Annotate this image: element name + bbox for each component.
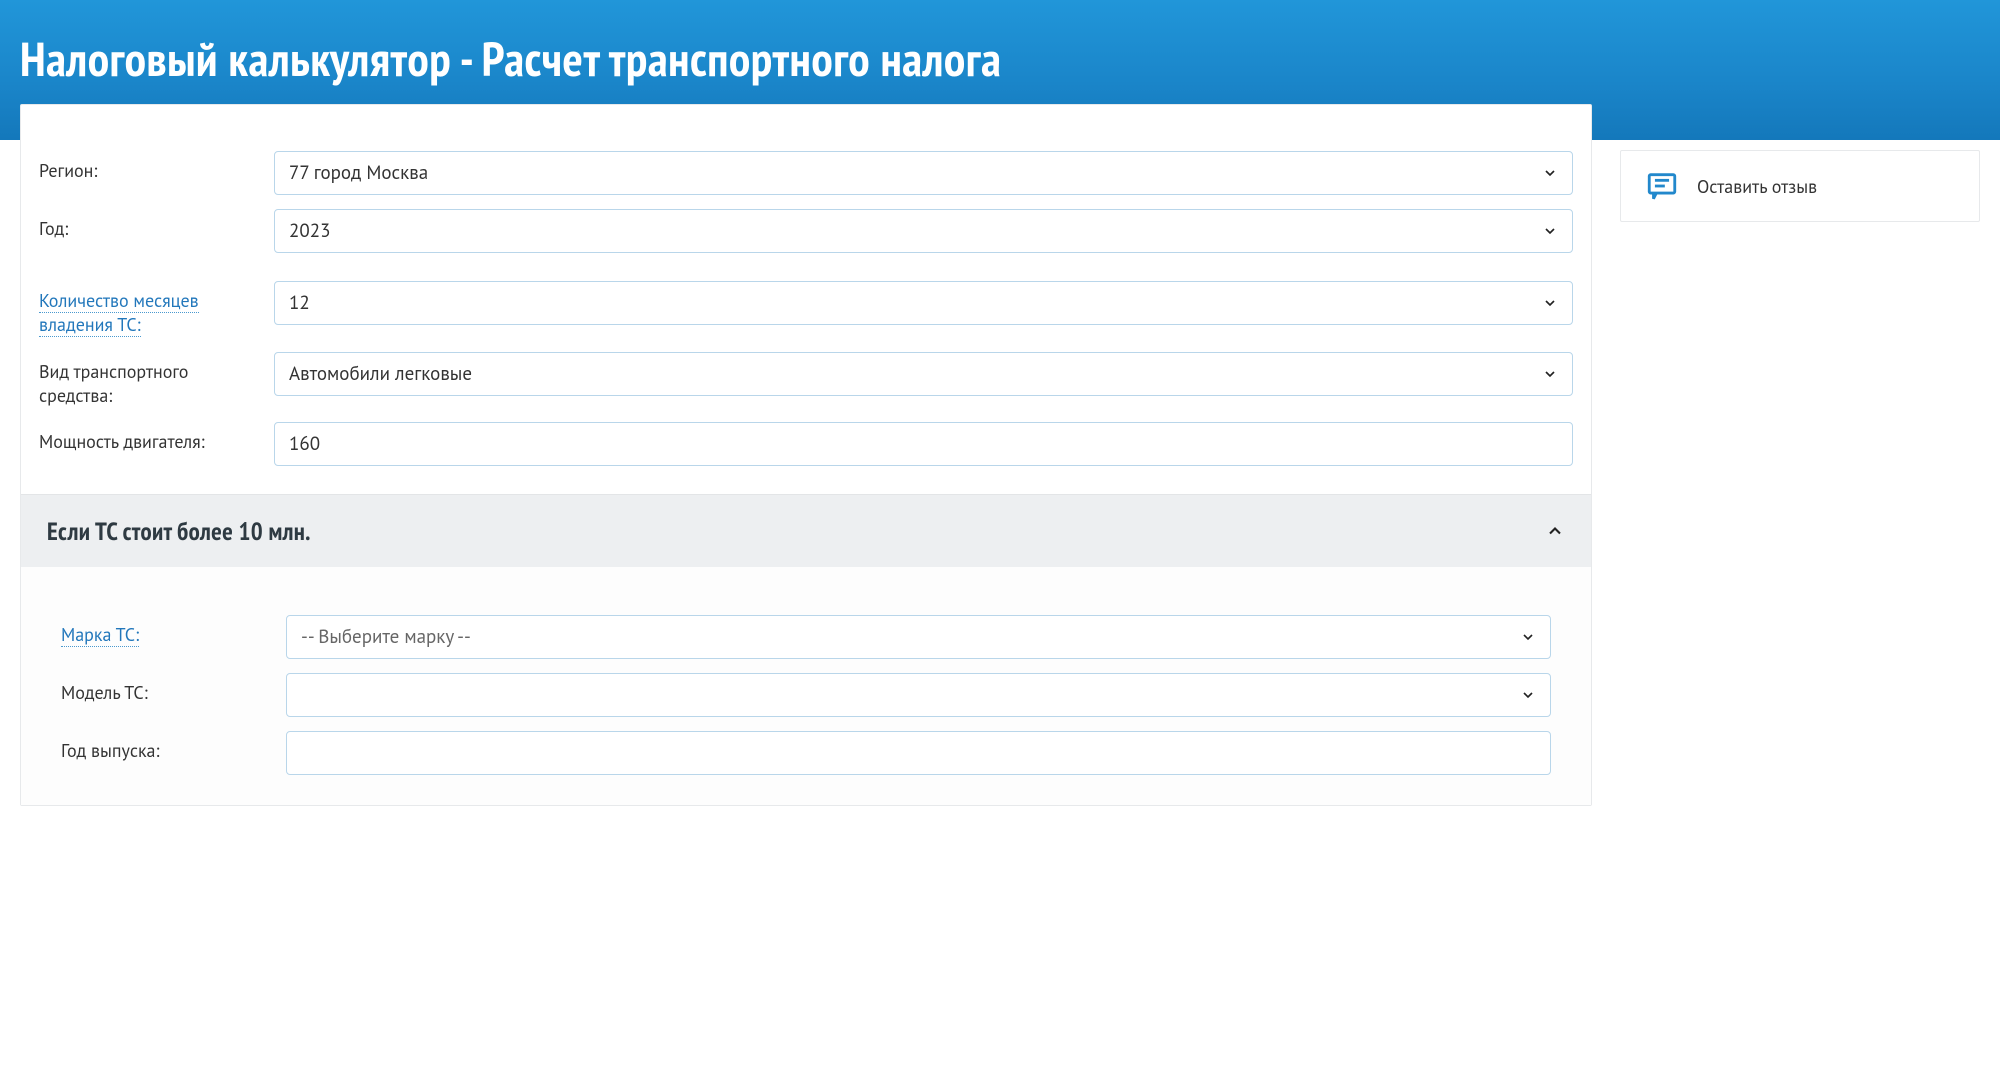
months-select-value: 12 bbox=[289, 291, 310, 315]
year-select-value: 2023 bbox=[289, 219, 330, 243]
chevron-down-icon bbox=[1542, 366, 1558, 382]
engine-power-value: 160 bbox=[289, 432, 320, 456]
row-brand: Марка ТС: -- Выберите марку -- bbox=[61, 615, 1551, 659]
region-select[interactable]: 77 город Москва bbox=[274, 151, 1573, 195]
row-engine-power: Мощность двигателя: 160 bbox=[39, 422, 1573, 466]
prod-year-input[interactable] bbox=[286, 731, 1551, 775]
chevron-up-icon bbox=[1545, 521, 1565, 541]
row-model: Модель ТС: bbox=[61, 673, 1551, 717]
feedback-text: Оставить отзыв bbox=[1697, 175, 1817, 198]
accordion-toggle[interactable]: Если ТС стоит более 10 млн. bbox=[21, 495, 1591, 567]
chevron-down-icon bbox=[1542, 223, 1558, 239]
page-content: Регион: 77 город Москва Год: bbox=[0, 104, 2000, 806]
form-group-vehicle: Количество месяцев владения ТС: 12 bbox=[21, 281, 1591, 494]
chevron-down-icon bbox=[1542, 165, 1558, 181]
brand-select[interactable]: -- Выберите марку -- bbox=[286, 615, 1551, 659]
label-brand[interactable]: Марка ТС: bbox=[61, 615, 286, 647]
label-prod-year: Год выпуска: bbox=[61, 731, 286, 763]
months-select[interactable]: 12 bbox=[274, 281, 1573, 325]
vehicle-type-select[interactable]: Автомобили легковые bbox=[274, 352, 1573, 396]
accordion-title: Если ТС стоит более 10 млн. bbox=[47, 515, 311, 547]
feedback-card[interactable]: Оставить отзыв bbox=[1620, 150, 1980, 222]
model-select[interactable] bbox=[286, 673, 1551, 717]
feedback-icon bbox=[1645, 169, 1679, 203]
chevron-down-icon bbox=[1520, 687, 1536, 703]
accordion-body: Марка ТС: -- Выберите марку -- bbox=[21, 567, 1591, 805]
page-title: Налоговый калькулятор - Расчет транспорт… bbox=[20, 28, 1980, 90]
accordion-expensive-vehicle: Если ТС стоит более 10 млн. Марка ТС: --… bbox=[21, 494, 1591, 805]
row-months: Количество месяцев владения ТС: 12 bbox=[39, 281, 1573, 338]
chevron-down-icon bbox=[1542, 295, 1558, 311]
year-select[interactable]: 2023 bbox=[274, 209, 1573, 253]
row-prod-year: Год выпуска: bbox=[61, 731, 1551, 775]
calculator-form-card: Регион: 77 город Москва Год: bbox=[20, 104, 1592, 806]
label-year: Год: bbox=[39, 209, 274, 241]
label-months[interactable]: Количество месяцев владения ТС: bbox=[39, 281, 274, 338]
form-group-basic: Регион: 77 город Москва Год: bbox=[21, 151, 1591, 281]
label-engine-power: Мощность двигателя: bbox=[39, 422, 274, 454]
engine-power-input[interactable]: 160 bbox=[274, 422, 1573, 466]
row-vehicle-type: Вид транспортного средства: Автомобили л… bbox=[39, 352, 1573, 409]
row-region: Регион: 77 город Москва bbox=[39, 151, 1573, 195]
vehicle-type-select-value: Автомобили легковые bbox=[289, 362, 472, 386]
chevron-down-icon bbox=[1520, 629, 1536, 645]
label-region: Регион: bbox=[39, 151, 274, 183]
label-model: Модель ТС: bbox=[61, 673, 286, 705]
row-year: Год: 2023 bbox=[39, 209, 1573, 253]
brand-select-placeholder: -- Выберите марку -- bbox=[301, 625, 471, 649]
label-vehicle-type: Вид транспортного средства: bbox=[39, 352, 274, 409]
region-select-value: 77 город Москва bbox=[289, 161, 428, 185]
